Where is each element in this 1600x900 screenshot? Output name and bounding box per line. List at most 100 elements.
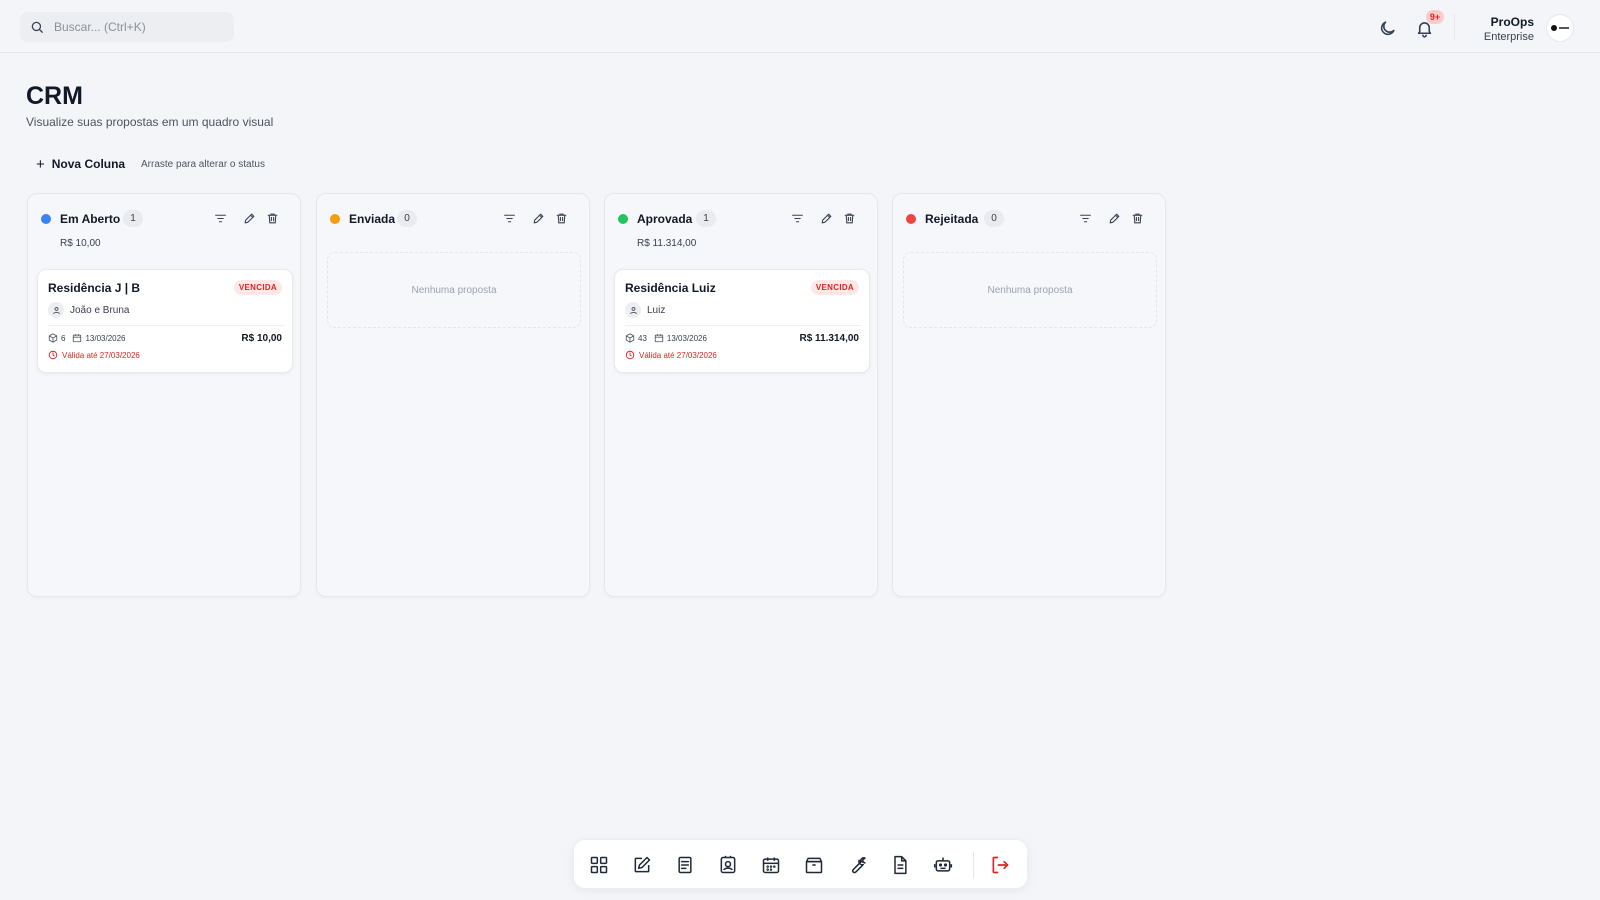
wrench-icon [852, 857, 866, 874]
validity-text: Válida até 27/03/2026 [62, 350, 140, 360]
card-meta: 43 13/03/2026 [625, 333, 707, 343]
client-name: João e Bruna [70, 304, 130, 316]
search-box[interactable] [20, 12, 234, 42]
kanban-column-enviada: Enviada 0 Nenhuma proposta [316, 193, 590, 597]
column-header: Rejeitada 0 [893, 194, 1165, 238]
trash-icon [844, 213, 855, 224]
box-icon [625, 333, 635, 343]
dock-contacts-button[interactable] [715, 852, 741, 878]
status-dot [41, 214, 51, 224]
dock-robot-button[interactable] [930, 852, 956, 878]
notification-badge: 9+ [1426, 10, 1444, 24]
search-icon [31, 21, 43, 33]
edit-column-button[interactable] [1107, 211, 1122, 226]
client-avatar [625, 302, 641, 318]
edit-icon [634, 856, 651, 873]
kanban-column-em-aberto: Em Aberto 1 R$ 10,00 Residência J | B VE… [27, 193, 301, 597]
card-date: 13/03/2026 [85, 333, 126, 343]
delete-column-button[interactable] [1130, 211, 1145, 226]
column-total: R$ 11.314,00 [637, 238, 697, 249]
filter-icon [504, 214, 515, 223]
delete-column-button[interactable] [554, 211, 569, 226]
column-count: 0 [984, 210, 1004, 227]
column-header: Em Aberto 1 [28, 194, 300, 238]
new-column-button[interactable]: + Nova Coluna [27, 151, 135, 177]
column-total: R$ 10,00 [60, 238, 101, 249]
column-title: Aprovada [637, 212, 693, 226]
column-count: 0 [397, 210, 417, 227]
status-dot [906, 214, 916, 224]
drag-hint: Arraste para alterar o status [141, 159, 265, 170]
filter-button[interactable] [213, 211, 228, 226]
avatar[interactable] [1546, 14, 1574, 42]
document-icon [678, 856, 692, 874]
dock-calendar-button[interactable] [758, 852, 784, 878]
card-price: R$ 10,00 [241, 333, 282, 344]
validity-text: Válida até 27/03/2026 [639, 350, 717, 360]
report-icon [894, 855, 907, 875]
dashboard-icon [590, 856, 608, 874]
card-price: R$ 11.314,00 [799, 333, 860, 344]
edit-column-button[interactable] [819, 211, 834, 226]
filter-button[interactable] [1078, 211, 1093, 226]
theme-toggle-button[interactable] [1373, 14, 1401, 42]
bottom-dock [573, 839, 1028, 889]
delete-column-button[interactable] [842, 211, 857, 226]
filter-button[interactable] [790, 211, 805, 226]
moon-icon [1380, 20, 1395, 35]
user-plan: Enterprise [1483, 31, 1534, 43]
card-divider [48, 325, 284, 326]
search-input[interactable] [54, 20, 214, 34]
filter-icon [1080, 214, 1091, 223]
card-divider [625, 325, 861, 326]
column-count: 1 [696, 210, 716, 227]
clock-icon [48, 350, 58, 360]
dock-document-button[interactable] [672, 852, 698, 878]
card-items: 43 [638, 333, 647, 343]
filter-icon [792, 214, 803, 223]
proposal-card[interactable]: Residência J | B VENCIDA João e Bruna 6 … [37, 269, 293, 373]
column-title: Rejeitada [925, 212, 979, 226]
edit-column-button[interactable] [531, 211, 546, 226]
card-title: Residência J | B [48, 281, 141, 295]
empty-column-placeholder: Nenhuma proposta [903, 252, 1157, 328]
delete-column-button[interactable] [265, 211, 280, 226]
column-count: 1 [123, 210, 143, 227]
robot-icon [933, 857, 953, 872]
edit-column-button[interactable] [242, 211, 257, 226]
client-avatar [48, 302, 64, 318]
user-info[interactable]: ProOps Enterprise [1484, 15, 1534, 45]
kanban-column-rejeitada: Rejeitada 0 Nenhuma proposta [892, 193, 1166, 597]
column-title: Em Aberto [60, 212, 121, 226]
status-dot [330, 214, 340, 224]
card-title: Residência Luiz [625, 281, 716, 295]
card-validity: Válida até 27/03/2026 [625, 350, 717, 360]
card-date: 13/03/2026 [666, 333, 707, 343]
calendar-icon [762, 857, 780, 874]
filter-button[interactable] [502, 211, 517, 226]
pencil-icon [533, 213, 544, 224]
proposal-card[interactable]: Residência Luiz VENCIDA Luiz 43 13/03/20… [614, 269, 870, 373]
filter-icon [215, 214, 226, 223]
pencil-icon [821, 213, 832, 224]
dock-report-button[interactable] [887, 852, 913, 878]
plus-icon: + [36, 155, 45, 173]
dock-dashboard-button[interactable] [586, 852, 612, 878]
new-column-label: Nova Coluna [51, 157, 126, 171]
clock-icon [625, 350, 635, 360]
logout-button[interactable] [987, 852, 1013, 878]
dock-tools-button[interactable] [844, 852, 870, 878]
empty-column-placeholder: Nenhuma proposta [327, 252, 581, 328]
pencil-icon [1109, 213, 1120, 224]
calendar-icon [654, 334, 664, 343]
dock-edit-button[interactable] [629, 852, 655, 878]
logo-mark [1551, 25, 1557, 31]
box-icon [48, 333, 58, 343]
package-icon [805, 857, 823, 874]
status-tag: VENCIDA [233, 280, 282, 295]
card-items: 6 [61, 333, 66, 343]
trash-icon [1132, 213, 1143, 224]
dock-package-button[interactable] [801, 852, 827, 878]
logout-icon [992, 856, 1009, 874]
trash-icon [267, 213, 278, 224]
